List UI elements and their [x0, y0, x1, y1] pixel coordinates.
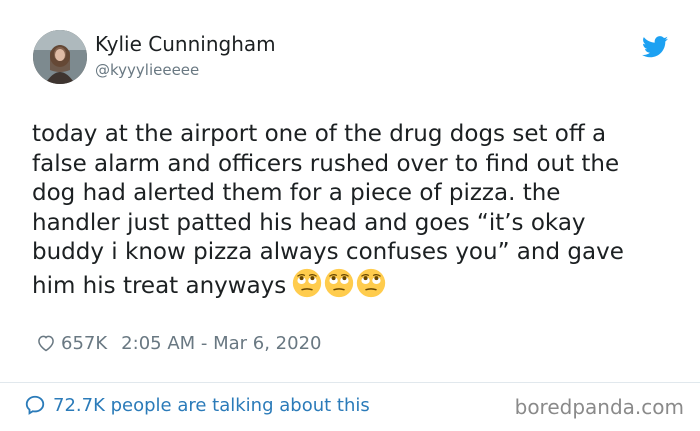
conversation-link[interactable]: 72.7K people are talking about this — [24, 394, 370, 416]
like-count[interactable]: 657K — [61, 333, 107, 354]
tweet-text: today at the airport one of the drug dog… — [32, 120, 682, 307]
eye-roll-emoji-icon — [357, 268, 386, 298]
eye-roll-emoji-icon — [293, 268, 322, 298]
divider — [0, 382, 700, 383]
emoji-row — [292, 268, 388, 307]
tweet-meta: 657K 2:05 AM - Mar 6, 2020 — [36, 331, 321, 355]
heart-icon[interactable] — [36, 333, 56, 353]
avatar[interactable] — [33, 30, 87, 84]
author-name[interactable]: Kylie Cunningham — [95, 32, 276, 56]
speech-bubble-icon — [25, 395, 45, 415]
tweet-timestamp[interactable]: 2:05 AM - Mar 6, 2020 — [121, 333, 321, 354]
tweet-card: Kylie Cunningham @kyyylieeeee today at t… — [0, 0, 700, 431]
watermark: boredpanda.com — [514, 395, 684, 419]
conversation-label[interactable]: 72.7K people are talking about this — [53, 395, 370, 416]
author-handle[interactable]: @kyyylieeeee — [95, 61, 199, 79]
twitter-bird-icon[interactable] — [642, 36, 668, 58]
eye-roll-emoji-icon — [325, 268, 354, 298]
